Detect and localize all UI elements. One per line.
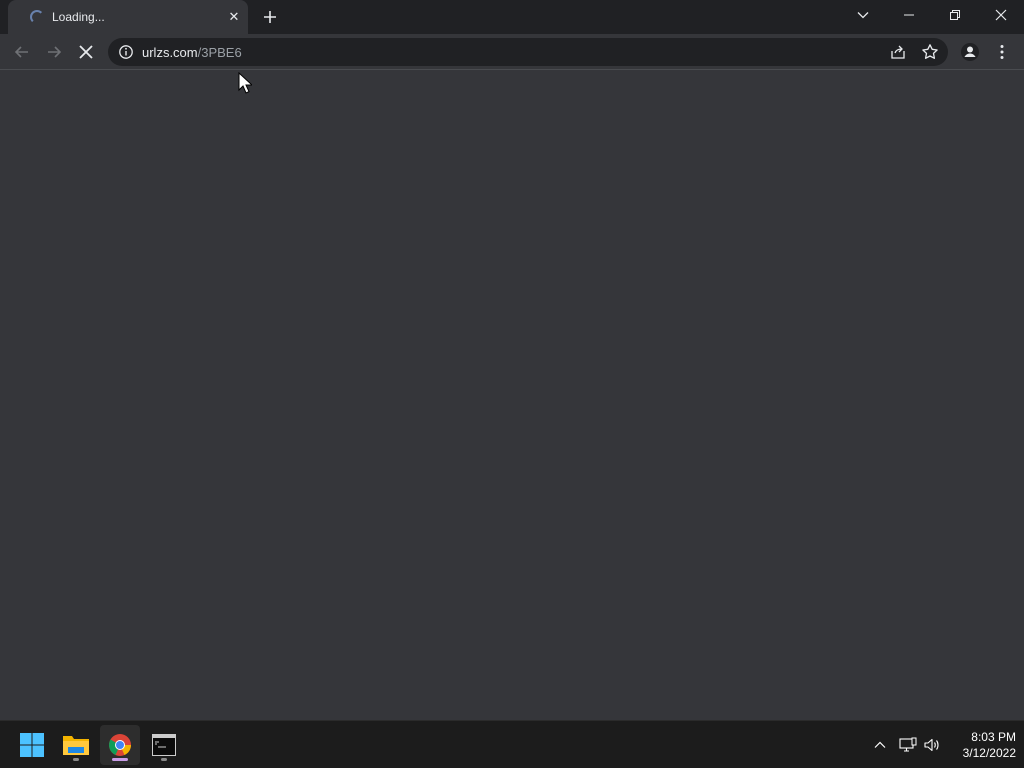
running-indicator [161, 758, 167, 761]
address-bar[interactable]: urlzs.com/3PBE6 [108, 38, 948, 66]
plus-icon [264, 11, 276, 23]
url-path: /3PBE6 [197, 45, 242, 60]
folder-icon [63, 736, 89, 755]
close-icon [995, 9, 1007, 21]
bookmark-star-icon[interactable] [920, 42, 940, 62]
tab-loading[interactable]: Loading... ✕ [8, 0, 248, 34]
chrome-icon [109, 734, 131, 756]
forward-button[interactable] [40, 38, 68, 66]
volume-button[interactable] [921, 733, 943, 757]
loading-spinner-icon [30, 10, 44, 24]
profile-button[interactable] [956, 38, 984, 66]
network-icon [899, 737, 917, 752]
volume-icon [924, 738, 939, 752]
chevron-down-icon [857, 12, 869, 19]
page-content [0, 71, 1024, 720]
file-explorer-button[interactable] [56, 725, 96, 765]
chrome-menu-button[interactable] [988, 38, 1016, 66]
running-indicator [73, 758, 79, 761]
taskbar: 8:03 PM 3/12/2022 [0, 720, 1024, 768]
new-tab-button[interactable] [258, 5, 282, 29]
chrome-taskbar-button[interactable] [100, 725, 140, 765]
start-button[interactable] [12, 725, 52, 765]
tab-search-button[interactable] [840, 0, 886, 30]
share-icon[interactable] [888, 42, 908, 62]
mouse-cursor-icon [238, 72, 252, 94]
back-button[interactable] [8, 38, 36, 66]
clock-time: 8:03 PM [971, 730, 1016, 744]
tab-close-button[interactable]: ✕ [224, 7, 244, 27]
clock-date: 3/12/2022 [962, 746, 1016, 760]
restore-button[interactable] [932, 0, 978, 30]
minimize-icon [904, 14, 914, 16]
arrow-right-icon [48, 46, 62, 58]
network-button[interactable] [897, 733, 919, 757]
browser-window: Loading... ✕ urlzs.com/3PBE6 [0, 0, 1024, 720]
close-window-button[interactable] [978, 0, 1024, 30]
minimize-button[interactable] [886, 0, 932, 30]
tab-strip: Loading... ✕ [0, 0, 1024, 34]
profile-icon [961, 43, 979, 61]
active-indicator [112, 758, 128, 761]
windows-icon [20, 733, 44, 757]
url-text[interactable]: urlzs.com/3PBE6 [142, 45, 242, 60]
command-prompt-button[interactable] [144, 725, 184, 765]
browser-toolbar: urlzs.com/3PBE6 [0, 34, 1024, 70]
arrow-left-icon [14, 46, 28, 58]
clock[interactable]: 8:03 PM 3/12/2022 [946, 729, 1016, 761]
more-vertical-icon [1000, 45, 1004, 59]
stop-loading-button[interactable] [72, 38, 100, 66]
url-host: urlzs.com [142, 45, 198, 60]
chevron-up-icon [874, 741, 886, 748]
restore-icon [950, 10, 960, 20]
show-hidden-icons-button[interactable] [869, 733, 891, 757]
close-icon [79, 45, 93, 59]
terminal-icon [152, 734, 176, 756]
info-icon[interactable] [118, 44, 134, 60]
tab-title: Loading... [52, 10, 105, 24]
